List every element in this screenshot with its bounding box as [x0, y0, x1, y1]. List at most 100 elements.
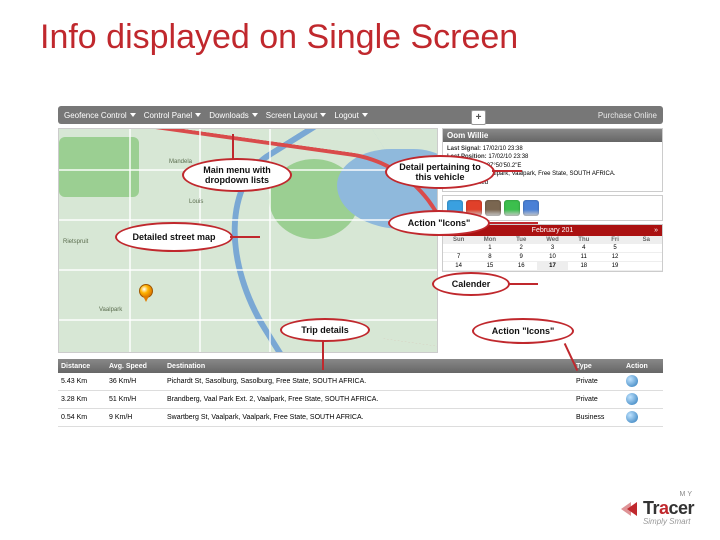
slide-title: Info displayed on Single Screen [0, 0, 720, 67]
calendar-day[interactable]: 4 [568, 244, 599, 253]
calendar-dow: Fri [599, 236, 630, 244]
calendar-day[interactable]: 12 [599, 253, 630, 262]
calendar-grid: SunMonTueWedThuFriSa12345 789101112 1415… [443, 236, 662, 271]
action-icon[interactable] [523, 200, 539, 216]
calendar-day [631, 244, 662, 253]
trip-destination: Pichardt St, Sasolburg, Sasolburg, Free … [164, 378, 573, 385]
caret-down-icon [195, 113, 201, 117]
calendar-day[interactable]: 18 [568, 262, 599, 271]
calendar-dow: Wed [537, 236, 568, 244]
trip-row: 0.54 Km9 Km/HSwartberg St, Vaalpark, Vaa… [58, 409, 663, 427]
trip-destination: Swartberg St, Vaalpark, Vaalpark, Free S… [164, 414, 573, 421]
calendar-day[interactable]: 8 [474, 253, 505, 262]
callout-pointer [492, 170, 522, 172]
calendar-day[interactable]: 15 [474, 262, 505, 271]
callout-trip-details: Trip details [280, 318, 370, 342]
trip-action[interactable] [623, 411, 663, 425]
calendar-day[interactable]: 7 [443, 253, 474, 262]
trip-row: 3.28 Km51 Km/HBrandberg, Vaal Park Ext. … [58, 391, 663, 409]
trip-type: Private [573, 396, 623, 403]
chevron-icon [621, 502, 631, 516]
callout-calendar: Calender [432, 272, 510, 296]
menu-label: Screen Layout [266, 111, 318, 120]
calendar-dow: Thu [568, 236, 599, 244]
map-zoom-in-button[interactable]: + [471, 110, 486, 125]
brand-tagline: Simply Smart [643, 517, 694, 526]
action-icon[interactable] [485, 200, 501, 216]
callout-pointer [322, 340, 324, 370]
brand-pre: MY [643, 491, 694, 498]
trip-table: Distance Avg. Speed Destination Type Act… [58, 359, 663, 427]
trip-type: Private [573, 378, 623, 385]
caret-down-icon [252, 113, 258, 117]
calendar-day[interactable]: 16 [506, 262, 537, 271]
menu-geofence[interactable]: Geofence Control [61, 111, 139, 120]
vehicle-panel-title: Oom Willie [443, 129, 662, 142]
calendar-day[interactable]: 3 [537, 244, 568, 253]
main-menubar: Geofence Control Control Panel Downloads… [58, 106, 663, 124]
calendar-day[interactable]: 5 [599, 244, 630, 253]
calendar-title: February 201 [532, 227, 574, 234]
app-screenshot: Geofence Control Control Panel Downloads… [58, 106, 663, 426]
map-place-label: Louis [189, 199, 203, 205]
callout-pointer [230, 236, 260, 238]
globe-icon [626, 375, 638, 387]
calendar-day [631, 262, 662, 271]
trip-speed: 36 Km/H [106, 378, 164, 385]
trip-action[interactable] [623, 375, 663, 389]
calendar-dow: Sun [443, 236, 474, 244]
col-type: Type [573, 363, 623, 370]
calendar-day[interactable]: 14 [443, 262, 474, 271]
calendar-dow: Mon [474, 236, 505, 244]
menu-label: Control Panel [144, 111, 192, 120]
trip-speed: 9 Km/H [106, 414, 164, 421]
menu-control-panel[interactable]: Control Panel [141, 111, 204, 120]
trip-distance: 3.28 Km [58, 396, 106, 403]
footer-logo: MY Tracer Simply Smart [621, 491, 694, 526]
menu-label: Downloads [209, 111, 249, 120]
menu-logout[interactable]: Logout [331, 111, 370, 120]
action-icon[interactable] [504, 200, 520, 216]
globe-icon [626, 411, 638, 423]
map-road [59, 269, 437, 271]
caret-down-icon [320, 113, 326, 117]
calendar-dow: Tue [506, 236, 537, 244]
callout-action-icons-2: Action "Icons" [472, 318, 574, 344]
map-place-label: Rietspruit [63, 239, 88, 245]
trip-destination: Brandberg, Vaal Park Ext. 2, Vaalpark, F… [164, 396, 573, 403]
menu-downloads[interactable]: Downloads [206, 111, 261, 120]
calendar-day[interactable]: 2 [506, 244, 537, 253]
calendar-day[interactable]: 19 [599, 262, 630, 271]
callout-pointer [488, 222, 538, 224]
trip-type: Business [573, 414, 623, 421]
menu-screen-layout[interactable]: Screen Layout [263, 111, 330, 120]
calendar-day [631, 253, 662, 262]
trip-row: 5.43 Km36 Km/HPichardt St, Sasolburg, Sa… [58, 373, 663, 391]
calendar-day[interactable]: 10 [537, 253, 568, 262]
col-distance: Distance [58, 363, 106, 370]
menu-label: Geofence Control [64, 111, 127, 120]
trip-table-body: 5.43 Km36 Km/HPichardt St, Sasolburg, Sa… [58, 373, 663, 427]
map-place-label: Mandela [169, 159, 192, 165]
callout-pointer [232, 134, 234, 160]
calendar-dow: Sa [631, 236, 662, 244]
map-vehicle-pin[interactable] [139, 284, 153, 298]
menu-label: Logout [334, 111, 358, 120]
caret-down-icon [362, 113, 368, 117]
calendar-day[interactable]: 17 [537, 262, 568, 271]
calendar-next-button[interactable]: » [650, 227, 662, 234]
map-place-label: Vaalpark [99, 307, 122, 313]
calendar-day [443, 244, 474, 253]
menu-label: Purchase Online [598, 111, 657, 120]
map-road [59, 219, 437, 221]
col-speed: Avg. Speed [106, 363, 164, 370]
menu-purchase-online[interactable]: Purchase Online [595, 111, 660, 120]
col-action: Action [623, 363, 663, 370]
trip-action[interactable] [623, 393, 663, 407]
callout-vehicle-detail: Detail pertaining to this vehicle [385, 155, 495, 189]
calendar-day[interactable]: 9 [506, 253, 537, 262]
calendar-day[interactable]: 11 [568, 253, 599, 262]
calendar-day[interactable]: 1 [474, 244, 505, 253]
trip-distance: 0.54 Km [58, 414, 106, 421]
callout-pointer [508, 283, 538, 285]
